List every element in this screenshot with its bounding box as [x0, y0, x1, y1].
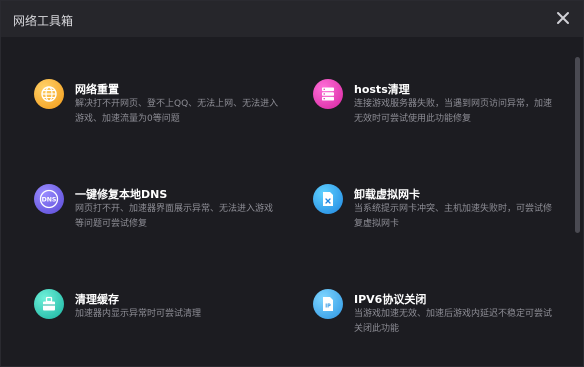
tool-description: 解决打不开网页、登不上QQ、无法上网、无法进入游戏、加速流量为0等问题: [75, 99, 279, 124]
scrollbar[interactable]: [575, 57, 580, 233]
tool-name: 卸载虚拟网卡: [354, 188, 420, 201]
tool-name: 清理缓存: [75, 293, 119, 306]
tool-fix-dns[interactable]: DNS 一键修复本地DNS 网页打不开、加速器界面展示异常、无法进入游戏等问题可…: [34, 184, 274, 244]
tool-name: 网络重置: [75, 83, 119, 96]
globe-icon: [34, 79, 64, 109]
tool-description: 当系统提示网卡冲突、主机加速失败时，可尝试修复虚拟网卡: [354, 204, 553, 229]
tool-description: 当游戏加速无效、加速后游戏内延迟不稳定可尝试关闭此功能: [354, 309, 553, 334]
close-icon: [557, 12, 569, 24]
svg-text:DNS: DNS: [42, 197, 57, 204]
tool-uninstall-virtual-nic[interactable]: 卸载虚拟网卡 当系统提示网卡冲突、主机加速失败时，可尝试修复虚拟网卡: [313, 184, 553, 244]
server-icon: [313, 79, 343, 109]
tool-name: IPV6协议关闭: [354, 293, 427, 306]
tool-description: 网页打不开、加速器界面展示异常、无法进入游戏等问题可尝试修复: [75, 204, 274, 229]
tool-disable-ipv6[interactable]: IP IPV6协议关闭 当游戏加速无效、加速后游戏内延迟不稳定可尝试关闭此功能: [313, 289, 553, 349]
title-bar: 网络工具箱: [1, 1, 583, 37]
tool-network-reset[interactable]: 网络重置 解决打不开网页、登不上QQ、无法上网、无法进入游戏、加速流量为0等问题: [34, 79, 278, 139]
tool-description: 连接游戏服务器失败，当遇到网页访问异常，加速无效时可尝试使用此功能修复: [354, 99, 553, 124]
tool-clear-cache[interactable]: 清理缓存 加速器内显示异常时可尝试清理: [34, 289, 274, 349]
dns-icon: DNS: [34, 184, 64, 214]
cache-clean-icon: [34, 289, 64, 319]
tool-name: hosts清理: [354, 83, 410, 96]
tool-hosts-clean[interactable]: hosts清理 连接游戏服务器失败，当遇到网页访问异常，加速无效时可尝试使用此功…: [313, 79, 553, 139]
close-button[interactable]: [553, 8, 573, 28]
tool-grid: 网络重置 解决打不开网页、登不上QQ、无法上网、无法进入游戏、加速流量为0等问题…: [1, 37, 571, 366]
tool-name: 一键修复本地DNS: [75, 188, 168, 201]
svg-text:IP: IP: [325, 304, 331, 310]
tool-description: 加速器内显示异常时可尝试清理: [75, 309, 202, 319]
window-title: 网络工具箱: [13, 14, 74, 28]
ip-file-icon: IP: [313, 289, 343, 319]
network-card-icon: [313, 184, 343, 214]
network-toolbox-window: 网络工具箱 网络重置 解决打不开网页、登不上QQ、无法上网、无法进入游戏、加速流…: [0, 0, 584, 367]
